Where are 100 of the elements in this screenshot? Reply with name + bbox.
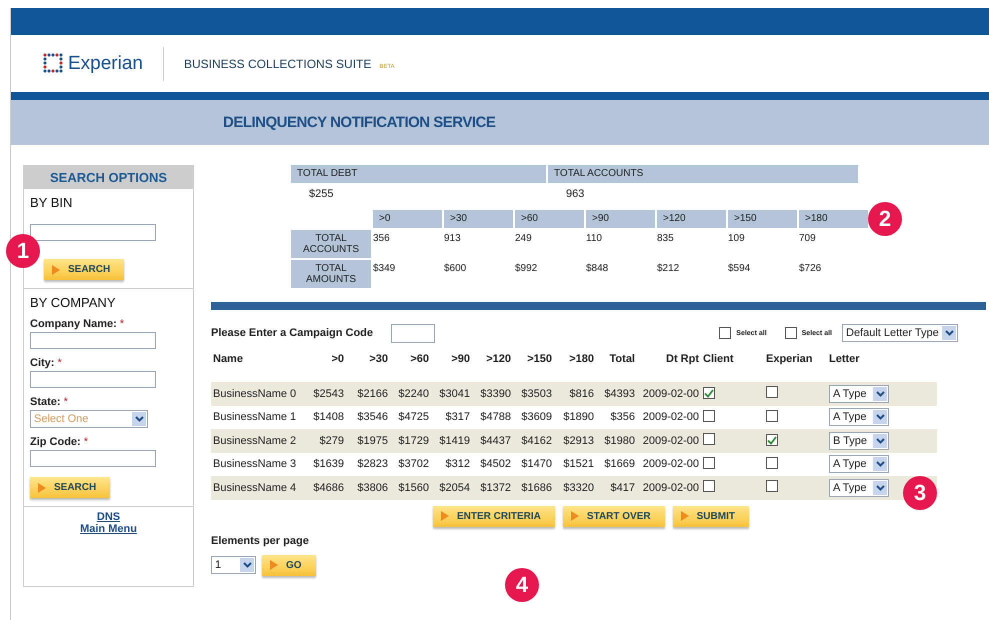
summary-cell-text: 709	[799, 232, 817, 246]
table-cell: $1419	[431, 429, 472, 452]
table-cell: 2009-02-00	[637, 476, 701, 500]
summary-cell-text: 249	[515, 232, 533, 246]
summary-cell-text: $600	[444, 262, 468, 276]
column-header: Client	[702, 352, 735, 367]
letter-type-select[interactable]: Default Letter Type	[842, 324, 958, 342]
required-mark: *	[57, 357, 62, 369]
action-button[interactable]: SUBMIT	[672, 506, 749, 526]
table-cell: 2009-02-00	[637, 429, 701, 452]
per-page-select[interactable]: 1	[211, 556, 256, 574]
table-cell: $312	[431, 452, 472, 476]
column-header: >30	[368, 352, 389, 367]
table-cell: $1521	[554, 452, 596, 476]
bucket-header: >60	[515, 210, 584, 228]
table-cell: $4502	[472, 452, 513, 476]
table-cell: $4162	[513, 429, 554, 452]
letter-select[interactable]: B Type	[829, 432, 889, 450]
bucket-header: >90	[586, 210, 655, 228]
table-cell: $4686	[311, 476, 346, 500]
column-header: Total	[608, 352, 636, 367]
per-page-label: Elements per page	[211, 534, 309, 546]
summary-cell-text: 356	[373, 232, 391, 246]
table-cell: $3320	[554, 476, 596, 500]
go-button[interactable]: GO	[262, 554, 316, 576]
search-button[interactable]: SEARCH	[30, 477, 110, 498]
table-cell: $356	[596, 406, 637, 429]
summary-cell-text: $992	[515, 262, 538, 276]
action-button[interactable]: ENTER CRITERIA	[433, 506, 555, 526]
summary-value: $255	[308, 187, 334, 202]
table-cell: $1372	[472, 476, 513, 500]
letter-select[interactable]: A Type	[829, 408, 889, 426]
section-heading: BY BIN	[30, 195, 72, 210]
table-cell: $1890	[554, 406, 596, 429]
row-label: TOTAL ACCOUNTS	[291, 230, 371, 258]
required-mark: *	[64, 396, 68, 408]
bucket-header: >120	[657, 210, 726, 228]
summary-cell-text: $212	[657, 262, 680, 276]
column-header: Experian	[765, 352, 814, 367]
table-cell: BusinessName 3	[211, 452, 311, 476]
letter-select[interactable]: A Type	[829, 455, 889, 474]
action-button[interactable]: START OVER	[562, 506, 665, 526]
summary-cell-text: $594	[728, 262, 752, 276]
letter-select[interactable]: A Type	[829, 478, 889, 497]
table-cell: $3390	[472, 382, 513, 406]
table-cell: $4393	[596, 382, 637, 406]
table-cell: $3806	[346, 476, 390, 500]
table-cell: $1408	[311, 406, 346, 429]
summary-cell-text: $848	[586, 262, 610, 276]
column-header: Name	[212, 352, 244, 367]
section-heading: BY COMPANY	[30, 295, 116, 310]
nav-link[interactable]: DNS	[96, 511, 120, 523]
column-header: >60	[409, 352, 430, 367]
summary-cell-text: 110	[586, 232, 603, 246]
required-mark: *	[120, 318, 124, 330]
table-cell: $1975	[346, 429, 390, 452]
table-cell: $3702	[390, 452, 431, 476]
search-options-title: SEARCH OPTIONS	[24, 166, 193, 189]
column-header: >120	[485, 352, 512, 367]
column-header: >150	[526, 352, 553, 367]
table-cell: $1729	[390, 429, 431, 452]
bucket-header: >150	[728, 210, 797, 228]
nav-link[interactable]: Main Menu	[80, 523, 137, 535]
bucket-header: >180	[799, 210, 868, 228]
column-header: Letter	[828, 352, 861, 367]
search-button[interactable]: SEARCH	[44, 259, 124, 280]
table-cell: 2009-02-00	[637, 382, 701, 406]
field-label: Company Name:	[30, 318, 117, 330]
table-cell: $3503	[513, 382, 554, 406]
table-cell: BusinessName 2	[211, 429, 311, 452]
callout-badge: 2	[868, 202, 902, 236]
bucket-header: >30	[444, 210, 513, 228]
table-cell: $4788	[472, 406, 513, 429]
table-cell: $3546	[346, 406, 390, 429]
logo-text: Experian	[68, 52, 143, 74]
table-cell: $3609	[513, 406, 554, 429]
table-cell: $1980	[596, 429, 637, 452]
table-cell: $2913	[554, 429, 596, 452]
summary-header: TOTAL DEBT	[291, 165, 546, 183]
table-cell: $417	[596, 476, 637, 500]
table-cell: $1470	[513, 452, 554, 476]
table-cell: BusinessName 4	[211, 476, 311, 500]
table-cell: BusinessName 1	[211, 406, 311, 429]
table-cell: BusinessName 0	[211, 382, 311, 406]
column-header: >0	[330, 352, 345, 367]
letter-select[interactable]: A Type	[829, 384, 889, 403]
summary-cell-text: 913	[444, 232, 462, 246]
table-cell: $816	[554, 382, 596, 406]
summary-cell-text: $726	[799, 262, 822, 276]
summary-cell-text: 835	[657, 232, 675, 246]
table-cell: 2009-02-00	[637, 406, 701, 429]
table-cell: 2009-02-00	[637, 452, 701, 476]
row-label: TOTAL AMOUNTS	[291, 260, 371, 288]
table-cell: $279	[311, 429, 346, 452]
summary-cell-text: $349	[373, 262, 396, 276]
field-label: City:	[30, 357, 54, 369]
table-cell: $1686	[513, 476, 554, 500]
campaign-label: Please Enter a Campaign Code	[211, 327, 373, 339]
callout-badge: 4	[505, 568, 539, 602]
summary-cell-text: 109	[728, 232, 746, 246]
